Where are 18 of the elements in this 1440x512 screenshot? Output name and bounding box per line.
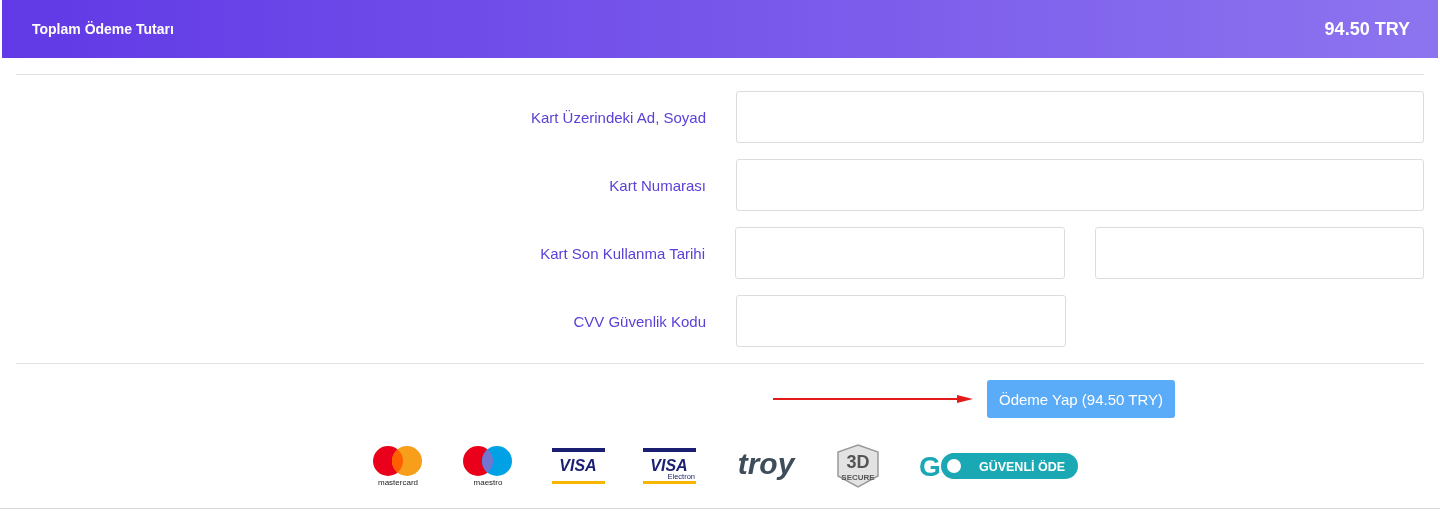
field-label: CVV Güvenlik Kodu bbox=[572, 312, 706, 330]
pay-button[interactable]: Ödeme Yap (94.50 TRY) bbox=[987, 380, 1175, 418]
total-label: Toplam Ödeme Tutarı bbox=[32, 21, 174, 37]
field-label: Kart Son Kullanma Tarihi bbox=[539, 244, 705, 262]
input-field[interactable] bbox=[735, 227, 1065, 279]
mastercard-logo: mastercard bbox=[372, 445, 424, 487]
maestro-logo: maestro bbox=[462, 445, 514, 487]
field-label: Kart Numarası bbox=[608, 176, 706, 194]
input-field[interactable] bbox=[736, 159, 1424, 211]
troy-logo: troy bbox=[734, 448, 798, 484]
visa-logo: VISA bbox=[552, 448, 605, 484]
input-field[interactable] bbox=[736, 91, 1424, 143]
total-amount: 94.50 TRY bbox=[1324, 18, 1410, 40]
field-label: Kart Üzerindeki Ad, Soyad bbox=[529, 108, 706, 126]
input-field[interactable] bbox=[736, 295, 1066, 347]
secure-payment-logo: G GÜVENLİ ÖDE bbox=[918, 451, 1078, 481]
input-field[interactable] bbox=[1095, 227, 1424, 279]
3d-secure-logo: 3D SECURE bbox=[836, 444, 880, 488]
